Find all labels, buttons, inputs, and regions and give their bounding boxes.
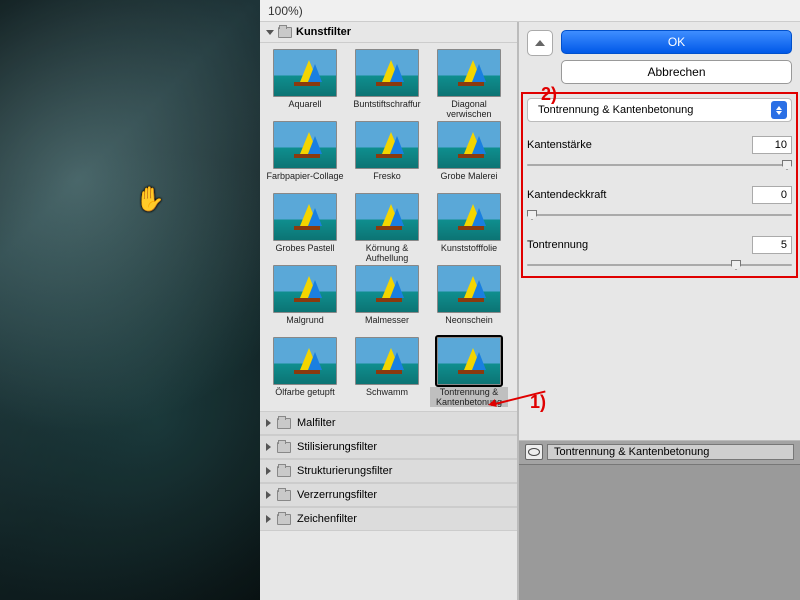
cancel-button[interactable]: Abbrechen — [561, 60, 792, 84]
options-panel: OK Abbrechen Tontrennung & Kantenbetonun… — [518, 22, 800, 600]
param-label: Tontrennung — [527, 239, 588, 251]
filter-thumb[interactable]: Kunststofffolie — [430, 193, 508, 263]
filter-thumb[interactable]: Grobes Pastell — [266, 193, 344, 263]
thumb-label: Neonschein — [430, 315, 508, 335]
category-header-collapsed[interactable]: Stilisierungsfilter — [260, 435, 517, 459]
category-header-collapsed[interactable]: Verzerrungsfilter — [260, 483, 517, 507]
thumb-label: Ölfarbe getupft — [266, 387, 344, 407]
filter-thumb[interactable]: Malmesser — [348, 265, 426, 335]
filter-thumb[interactable]: Farbpapier-Collage — [266, 121, 344, 191]
param-input-kantendeckkraft[interactable] — [752, 186, 792, 204]
filter-thumb[interactable]: Körnung & Aufhellung — [348, 193, 426, 263]
folder-icon — [278, 27, 292, 38]
thumb-label: Fresko — [348, 171, 426, 191]
filter-thumb[interactable]: Diagonal verwischen — [430, 49, 508, 119]
category-header-kunstfilter[interactable]: Kunstfilter — [260, 22, 517, 43]
param-label: Kantenstärke — [527, 139, 592, 151]
filter-thumb[interactable]: Tontrennung & Kantenbetonung — [430, 337, 508, 407]
param-input-kantenstaerke[interactable] — [752, 136, 792, 154]
select-stepper-icon — [771, 101, 787, 119]
annotation-label-2: 2) — [541, 84, 557, 105]
folder-icon — [277, 466, 291, 477]
category-label: Stilisierungsfilter — [297, 441, 377, 453]
thumb-label: Aquarell — [266, 99, 344, 119]
chevron-up-icon — [535, 40, 545, 46]
filter-thumb[interactable]: Grobe Malerei — [430, 121, 508, 191]
thumb-label: Malmesser — [348, 315, 426, 335]
folder-icon — [277, 514, 291, 525]
thumb-label: Diagonal verwischen — [430, 99, 508, 119]
ok-button[interactable]: OK — [561, 30, 792, 54]
category-label: Malfilter — [297, 417, 336, 429]
param-kantendeckkraft: Kantendeckkraft — [527, 186, 792, 222]
layer-name: Tontrennung & Kantenbetonung — [547, 444, 794, 460]
category-header-collapsed[interactable]: Malfilter — [260, 411, 517, 435]
effect-layers-panel: Tontrennung & Kantenbetonung — [519, 440, 800, 600]
folder-icon — [277, 490, 291, 501]
folder-icon — [277, 442, 291, 453]
disclosure-right-icon — [266, 515, 271, 523]
category-header-collapsed[interactable]: Strukturierungsfilter — [260, 459, 517, 483]
visibility-eye-icon[interactable] — [525, 444, 543, 460]
filter-thumb[interactable]: Aquarell — [266, 49, 344, 119]
disclosure-down-icon — [266, 30, 274, 35]
param-label: Kantendeckkraft — [527, 189, 607, 201]
filter-parameters-group: Tontrennung & Kantenbetonung Kantenstärk… — [527, 98, 792, 272]
filter-thumb[interactable]: Neonschein — [430, 265, 508, 335]
thumb-label: Körnung & Aufhellung — [348, 243, 426, 263]
thumb-label: Grobes Pastell — [266, 243, 344, 263]
category-label: Kunstfilter — [296, 26, 351, 38]
filter-thumb[interactable]: Ölfarbe getupft — [266, 337, 344, 407]
thumb-label: Buntstiftschraffur — [348, 99, 426, 119]
filter-thumb[interactable]: Fresko — [348, 121, 426, 191]
filter-thumb[interactable]: Malgrund — [266, 265, 344, 335]
filter-thumb[interactable]: Buntstiftschraffur — [348, 49, 426, 119]
thumb-label: Kunststofffolie — [430, 243, 508, 263]
param-input-tontrennung[interactable] — [752, 236, 792, 254]
category-label: Verzerrungsfilter — [297, 489, 377, 501]
filter-gallery-panel: Kunstfilter AquarellBuntstiftschraffurDi… — [260, 22, 518, 600]
window-title: 100%) — [260, 0, 800, 22]
category-header-collapsed[interactable]: Zeichenfilter — [260, 507, 517, 531]
filter-thumb[interactable]: Schwamm — [348, 337, 426, 407]
category-label: Zeichenfilter — [297, 513, 357, 525]
preview-canvas[interactable]: ✋ — [0, 0, 260, 600]
param-kantenstaerke: Kantenstärke — [527, 136, 792, 172]
thumb-label: Farbpapier-Collage — [266, 171, 344, 191]
slider-kantendeckkraft[interactable] — [527, 208, 792, 222]
category-label: Strukturierungsfilter — [297, 465, 392, 477]
slider-tontrennung[interactable] — [527, 258, 792, 272]
disclosure-right-icon — [266, 443, 271, 451]
disclosure-right-icon — [266, 467, 271, 475]
filter-thumbnails-grid: AquarellBuntstiftschraffurDiagonal verwi… — [260, 43, 517, 411]
thumb-label: Malgrund — [266, 315, 344, 335]
slider-kantenstaerke[interactable] — [527, 158, 792, 172]
disclosure-right-icon — [266, 419, 271, 427]
filter-select[interactable]: Tontrennung & Kantenbetonung — [527, 98, 792, 122]
layer-row[interactable]: Tontrennung & Kantenbetonung — [519, 441, 800, 465]
param-tontrennung: Tontrennung — [527, 236, 792, 272]
thumb-label: Schwamm — [348, 387, 426, 407]
thumb-label: Grobe Malerei — [430, 171, 508, 191]
hand-cursor-icon: ✋ — [135, 185, 165, 214]
collapsed-categories: Malfilter Stilisierungsfilter Strukturieru… — [260, 411, 517, 531]
thumb-label: Tontrennung & Kantenbetonung — [430, 387, 508, 407]
annotation-label-1: 1) — [530, 392, 546, 413]
collapse-button[interactable] — [527, 30, 553, 56]
folder-icon — [277, 418, 291, 429]
filter-select-label: Tontrennung & Kantenbetonung — [538, 104, 693, 116]
disclosure-right-icon — [266, 491, 271, 499]
